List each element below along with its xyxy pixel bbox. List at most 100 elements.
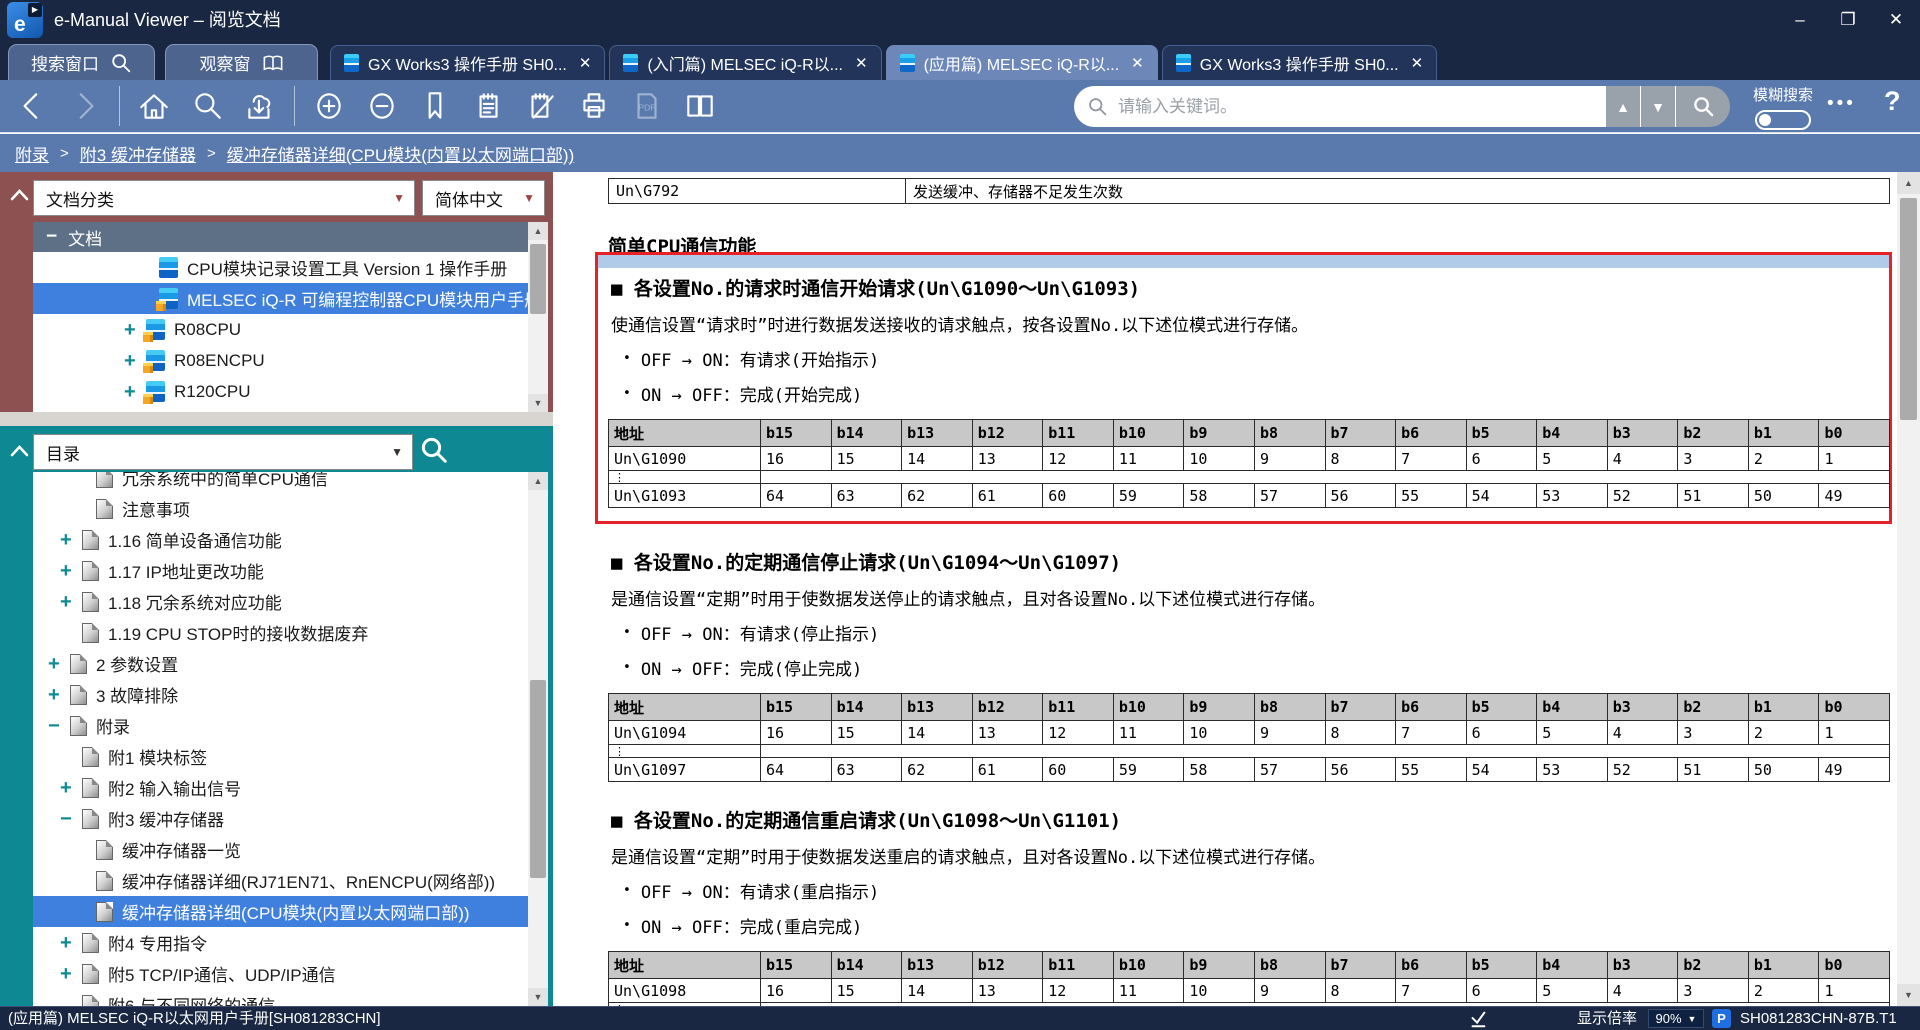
document-category-dropdown[interactable]: 文档分类 ▼: [33, 180, 415, 216]
doc-tree-item[interactable]: +R08ENCPU: [33, 345, 548, 376]
zoom-out-icon: [365, 89, 399, 123]
more-menu-icon[interactable]: •••: [1827, 93, 1856, 115]
close-tab-icon[interactable]: ✕: [1131, 54, 1144, 72]
toc-tree-item[interactable]: +附2 输入输出信号: [33, 772, 548, 803]
toc-tree-item[interactable]: +1.18 冗余系统对应功能: [33, 586, 548, 617]
doc-tab[interactable]: (入门篇) MELSEC iQ-R以...✕: [609, 45, 881, 80]
toc-tree-item[interactable]: 缓冲存储器详细(RJ71EN71、RnENCPU(网络部)): [33, 865, 548, 896]
scroll-down-icon[interactable]: ▼: [528, 394, 548, 412]
download-button[interactable]: [238, 85, 282, 127]
memo-edit-button[interactable]: [519, 85, 563, 127]
document-scrollbar[interactable]: ▲ ▼: [1897, 172, 1920, 1006]
expander-icon[interactable]: +: [60, 964, 82, 984]
toc-tree-item[interactable]: +1.16 简单设备通信功能: [33, 524, 548, 555]
scroll-up-icon[interactable]: ▲: [528, 472, 548, 490]
docs-root-node[interactable]: − 文档: [33, 222, 548, 252]
close-tab-icon[interactable]: ✕: [855, 54, 868, 72]
maximize-button[interactable]: ❐: [1824, 0, 1872, 40]
contents-scrollbar[interactable]: ▲ ▼: [528, 472, 548, 1006]
expander-icon[interactable]: +: [60, 561, 82, 581]
help-icon[interactable]: ?: [1884, 86, 1901, 117]
toc-tree-item[interactable]: −附录: [33, 710, 548, 741]
doc-tree-item[interactable]: MELSEC iQ-R 可编程控制器CPU模块用户手册: [33, 283, 548, 314]
doc-tab[interactable]: (应用篇) MELSEC iQ-R以...✕: [886, 45, 1158, 80]
search-previous-button[interactable]: ▲: [1605, 86, 1640, 127]
toc-tree-item[interactable]: +2 参数设置: [33, 648, 548, 679]
toc-tree-item[interactable]: +附4 专用指令: [33, 927, 548, 958]
doc-tree-item[interactable]: +R08CPU: [33, 314, 548, 345]
panel-splitter[interactable]: [0, 412, 553, 426]
expander-icon[interactable]: +: [60, 778, 82, 798]
doc-tree-item[interactable]: CPU模块记录设置工具 Version 1 操作手册: [33, 252, 548, 283]
scroll-down-icon[interactable]: ▼: [1897, 984, 1920, 1006]
toc-tree-item[interactable]: 缓冲存储器一览: [33, 834, 548, 865]
toc-tree-item[interactable]: 附6 与不同网络的通信: [33, 989, 548, 1006]
expander-icon[interactable]: −: [48, 716, 70, 736]
zoom-out-button[interactable]: [360, 85, 404, 127]
table-header-row: 地址b15b14b13b12b11b10b9b8b7b6b5b4b3b2b1b0: [609, 420, 1890, 447]
doc-tab[interactable]: GX Works3 操作手册 SH0...✕: [1162, 45, 1437, 80]
bit-header-cell: b1: [1748, 694, 1819, 721]
expander-icon[interactable]: +: [60, 530, 82, 550]
print-button[interactable]: [572, 85, 616, 127]
close-tab-icon[interactable]: ✕: [579, 54, 592, 72]
bit-header-cell: b11: [1043, 694, 1114, 721]
forward-button[interactable]: [63, 85, 107, 127]
collapse-contents-icon[interactable]: [10, 444, 29, 457]
zoom-in-button[interactable]: [307, 85, 351, 127]
search-next-button[interactable]: ▼: [1640, 86, 1675, 127]
collapse-documents-icon[interactable]: [10, 188, 29, 201]
bookmark-button[interactable]: [413, 85, 457, 127]
two-page-view-button[interactable]: [678, 85, 722, 127]
toc-tree-item[interactable]: +3 故障排除: [33, 679, 548, 710]
page-search-button[interactable]: [185, 85, 229, 127]
breadcrumb-link[interactable]: 附3 缓冲存储器: [80, 141, 196, 166]
toc-tree-item[interactable]: 附1 模块标签: [33, 741, 548, 772]
bit-header-cell: b9: [1184, 420, 1255, 447]
bit-cell: 10: [1184, 447, 1255, 471]
expander-icon[interactable]: +: [48, 685, 70, 705]
scrollbar-thumb[interactable]: [1900, 198, 1917, 420]
doc-tab[interactable]: GX Works3 操作手册 SH0...✕: [330, 45, 605, 80]
back-button[interactable]: [10, 85, 54, 127]
language-dropdown[interactable]: 简体中文 ▼: [422, 180, 545, 216]
pdf-button[interactable]: PDF: [625, 85, 669, 127]
toc-tree-item[interactable]: 注意事项: [33, 493, 548, 524]
toc-tree-item[interactable]: +1.17 IP地址更改功能: [33, 555, 548, 586]
scroll-up-icon[interactable]: ▲: [528, 222, 548, 240]
toc-tree-item[interactable]: −附3 缓冲存储器: [33, 803, 548, 834]
contents-dropdown[interactable]: 目录 ▼: [33, 434, 413, 470]
table-row: Un\G109764636261605958575655545352515049: [609, 758, 1890, 782]
close-tab-icon[interactable]: ✕: [1411, 54, 1424, 72]
scroll-up-icon[interactable]: ▲: [1897, 172, 1920, 194]
expander-icon[interactable]: +: [48, 654, 70, 674]
scrollbar-thumb[interactable]: [530, 680, 546, 878]
tab-search-window[interactable]: 搜索窗口: [8, 44, 155, 80]
breadcrumb-link[interactable]: 附录: [15, 141, 49, 166]
search-button[interactable]: [1675, 86, 1730, 127]
toc-tree-item[interactable]: 冗余系统中的简单CPU通信: [33, 472, 548, 493]
expander-icon[interactable]: +: [60, 592, 82, 612]
bit-cell: 53: [1537, 758, 1608, 782]
expander-icon[interactable]: −: [60, 809, 82, 829]
memo-button[interactable]: [466, 85, 510, 127]
minimize-button[interactable]: –: [1776, 0, 1824, 40]
toc-tree-item[interactable]: +附5 TCP/IP通信、UDP/IP通信: [33, 958, 548, 989]
zoom-level-dropdown[interactable]: 90% ▼: [1648, 1009, 1704, 1028]
home-button[interactable]: [132, 85, 176, 127]
toc-tree-item[interactable]: 缓冲存储器详细(CPU模块(内置以太网端口部)): [33, 896, 548, 927]
tab-watch-window[interactable]: 观察窗: [165, 44, 318, 80]
documents-scrollbar[interactable]: ▲ ▼: [528, 222, 548, 412]
scrollbar-thumb[interactable]: [530, 244, 546, 314]
scroll-down-icon[interactable]: ▼: [528, 988, 548, 1006]
page-icon: [70, 716, 87, 736]
toc-tree-item[interactable]: 1.19 CPU STOP时的接收数据废弃: [33, 617, 548, 648]
breadcrumb-link[interactable]: 缓冲存储器详细(CPU模块(内置以太网端口部)): [227, 141, 575, 166]
expander-icon[interactable]: +: [60, 933, 82, 953]
contents-search-button[interactable]: [419, 435, 453, 469]
collapse-icon[interactable]: −: [46, 226, 57, 248]
doc-tree-item[interactable]: +R120CPU: [33, 376, 548, 407]
close-button[interactable]: ✕: [1872, 0, 1920, 40]
fuzzy-search-toggle[interactable]: [1755, 110, 1811, 130]
keyword-search-input[interactable]: [1074, 86, 1605, 127]
